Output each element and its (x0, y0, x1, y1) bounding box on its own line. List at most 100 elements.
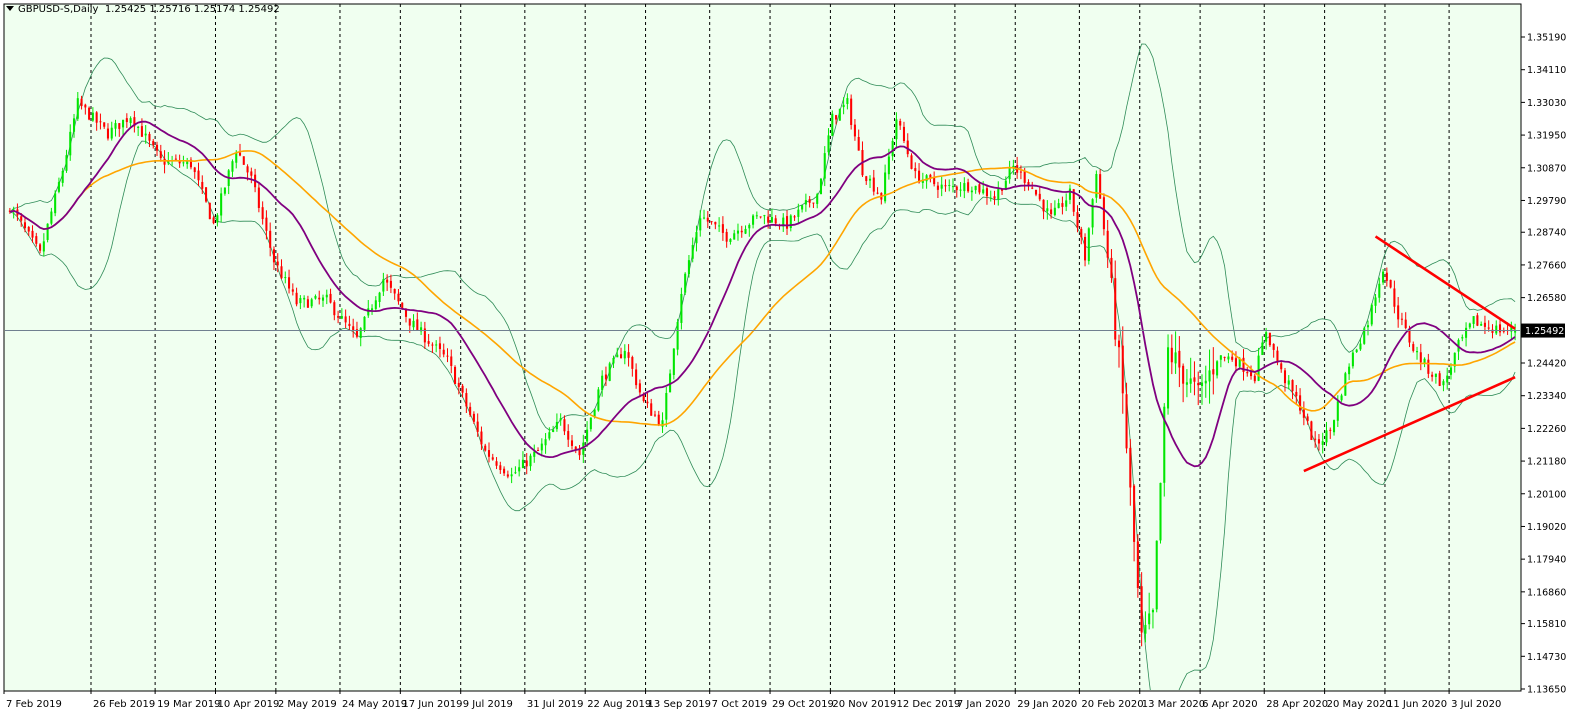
candle-body (389, 280, 392, 288)
candle-body (914, 168, 917, 172)
candle-body (1117, 340, 1121, 348)
candle-body (174, 158, 177, 160)
candle-body (570, 440, 574, 446)
candle-body (978, 184, 981, 193)
candle-body (288, 277, 291, 289)
candle-body (823, 153, 826, 179)
candle-body (1283, 370, 1287, 384)
candle (1310, 420, 1313, 441)
candle-body (891, 140, 894, 157)
candle-body (1031, 187, 1034, 189)
candle (208, 202, 211, 220)
candle-body (1182, 365, 1185, 384)
candle-body (1412, 344, 1415, 351)
candle (819, 177, 823, 195)
candle-body (948, 184, 951, 186)
candle-body (902, 126, 906, 141)
candle-body (1231, 356, 1234, 360)
candle-body (631, 357, 634, 369)
collapse-arrow-icon[interactable] (6, 6, 14, 11)
candle-body (1423, 358, 1426, 363)
candle-body (80, 98, 83, 107)
candle-body (1480, 323, 1483, 326)
candle-body (767, 216, 770, 223)
candle-body (1193, 377, 1196, 382)
x-tick-label: 31 Jul 2019 (527, 699, 584, 710)
candle-body (736, 230, 740, 234)
candle-body (1219, 355, 1222, 360)
candle-body (1216, 361, 1219, 376)
candle-body (1314, 438, 1317, 440)
candle-body (1317, 439, 1320, 444)
candle-body (1287, 380, 1290, 385)
candle-body (1038, 193, 1041, 200)
candle-body (57, 182, 60, 192)
candle-body (1068, 188, 1071, 200)
y-tick-label: 1.14730 (1527, 652, 1566, 663)
candle-body (269, 230, 272, 248)
candle-body (563, 419, 566, 432)
candle-body (1019, 171, 1022, 173)
y-tick-label: 1.26580 (1527, 293, 1566, 304)
price-chart[interactable]: 7 Feb 2019 26 Feb 2019 19 Mar 201910 Apr 2… (0, 0, 1581, 722)
candle-body (76, 98, 79, 119)
candle-body (970, 190, 973, 193)
candle-body (853, 124, 856, 137)
candle-body (1299, 395, 1302, 411)
candle-body (50, 211, 53, 224)
candle-body (838, 108, 841, 121)
candle-body (378, 292, 381, 302)
chart-window[interactable]: 7 Feb 2019 26 Feb 2019 19 Mar 2019 10 Apr 2… (0, 0, 1581, 722)
candle-body (1102, 197, 1105, 230)
x-tick-label: 17 Jun 2019 (402, 699, 462, 710)
x-tick-label: 9 Jul 2019 (463, 699, 513, 710)
candle-body (676, 322, 679, 350)
candle-body (616, 354, 619, 358)
candle-body (521, 459, 524, 469)
candle-body (1170, 347, 1173, 363)
candle-body (1397, 305, 1400, 320)
y-tick-label: 1.13650 (1527, 685, 1566, 696)
candle-body (789, 215, 792, 229)
candle-body (137, 126, 140, 128)
candle-body (321, 297, 325, 301)
candle-body (125, 118, 128, 123)
candle-body (276, 261, 279, 266)
candle-body (518, 467, 521, 472)
candle-body (333, 302, 336, 316)
candle-body (540, 443, 543, 451)
candle-body (812, 202, 815, 204)
candle-body (1121, 345, 1124, 394)
candle-body (69, 131, 72, 156)
candle-body (238, 152, 242, 156)
candle-body (257, 187, 260, 208)
candle-body (242, 156, 245, 165)
candle-body (665, 392, 668, 420)
x-tick-label: 3 Jul 2020 (1451, 699, 1501, 710)
candle (454, 365, 457, 385)
x-tick-label: 22 Aug 2019 (587, 699, 651, 710)
x-tick-label: 7 Jan 2020 (957, 699, 1011, 710)
candle-body (1076, 212, 1079, 228)
candle-body (106, 128, 110, 139)
x-tick-label: 7 Oct 2019 (712, 699, 767, 710)
candle-body (1133, 485, 1136, 542)
candle-body (525, 460, 528, 467)
candle-body (744, 228, 747, 234)
y-tick-label: 1.29790 (1527, 196, 1566, 207)
candle (672, 348, 675, 380)
candle-body (491, 457, 494, 460)
candle-body (465, 393, 468, 407)
candle-body (337, 316, 340, 318)
candle-body (650, 403, 653, 416)
candle-body (118, 123, 121, 129)
candle-body (371, 308, 374, 311)
candle (850, 94, 853, 130)
y-tick-label: 1.31950 (1527, 131, 1566, 142)
candle-body (103, 122, 106, 127)
candle-body (1144, 624, 1147, 634)
candle-body (1348, 366, 1351, 375)
candle-body (1272, 343, 1275, 350)
candle (1351, 350, 1354, 369)
candle-body (868, 178, 872, 181)
